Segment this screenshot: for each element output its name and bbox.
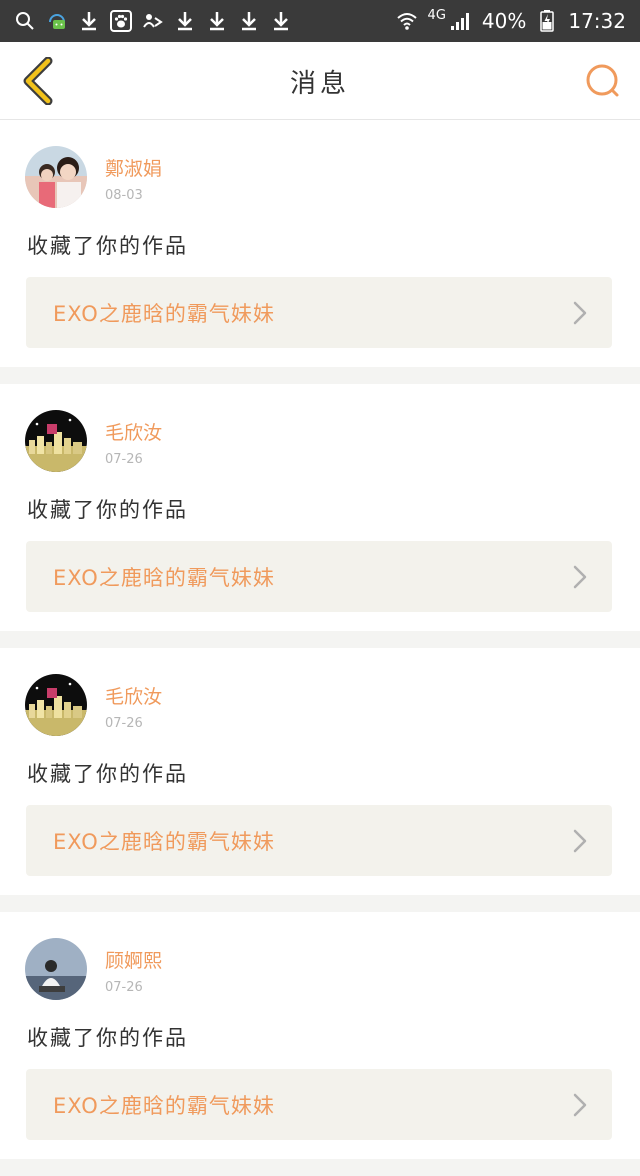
download-icon [78, 10, 100, 32]
battery-percentage: 40% [481, 9, 527, 33]
message-item: 毛欣汝 07-26 收藏了你的作品 EXO之鹿晗的霸气妹妹 [0, 384, 640, 631]
avatar[interactable] [25, 938, 87, 1000]
message-date: 07-26 [105, 452, 143, 467]
work-title: EXO之鹿晗的霸气妹妹 [53, 829, 275, 854]
work-link[interactable]: EXO之鹿晗的霸气妹妹 [26, 1069, 612, 1140]
chevron-right-icon [573, 565, 587, 589]
app-header: 消息 [0, 42, 640, 120]
message-action-text: 收藏了你的作品 [27, 1026, 188, 1050]
message-item: 鄭淑娟 08-03 收藏了你的作品 EXO之鹿晗的霸气妹妹 [0, 120, 640, 367]
message-item: 毛欣汝 07-26 收藏了你的作品 EXO之鹿晗的霸气妹妹 [0, 648, 640, 895]
message-date: 08-03 [105, 188, 143, 203]
app-notification-icon [142, 10, 164, 32]
battery-charging-icon [536, 10, 558, 32]
avatar[interactable] [25, 146, 87, 208]
chat-app-icon [46, 10, 68, 32]
download-icon [238, 10, 260, 32]
sender-name[interactable]: 鄭淑娟 [105, 154, 162, 181]
message-list: 鄭淑娟 08-03 收藏了你的作品 EXO之鹿晗的霸气妹妹 毛欣汝 07-26 … [0, 120, 640, 1176]
network-type: 4G [427, 7, 446, 23]
search-button[interactable] [578, 56, 628, 106]
page-title: 消息 [289, 68, 350, 99]
search-icon [586, 64, 619, 97]
sender-name[interactable]: 毛欣汝 [105, 418, 162, 445]
status-system: 4G 40% 17:32 [396, 7, 626, 33]
status-notifications [14, 10, 292, 32]
download-icon [206, 10, 228, 32]
wifi-icon [396, 10, 418, 32]
search-icon [14, 10, 36, 32]
signal-icon [450, 10, 472, 32]
work-link[interactable]: EXO之鹿晗的霸气妹妹 [26, 541, 612, 612]
download-icon [270, 10, 292, 32]
message-action-text: 收藏了你的作品 [27, 762, 188, 786]
work-title: EXO之鹿晗的霸气妹妹 [53, 565, 275, 590]
chevron-right-icon [573, 829, 587, 853]
avatar[interactable] [25, 410, 87, 472]
work-title: EXO之鹿晗的霸气妹妹 [53, 1093, 275, 1118]
message-item: 顾婀熙 07-26 收藏了你的作品 EXO之鹿晗的霸气妹妹 [0, 912, 640, 1159]
avatar[interactable] [25, 674, 87, 736]
work-link[interactable]: EXO之鹿晗的霸气妹妹 [26, 805, 612, 876]
baidu-paw-icon [110, 10, 132, 32]
work-link[interactable]: EXO之鹿晗的霸气妹妹 [26, 277, 612, 348]
chevron-right-icon [573, 301, 587, 325]
message-action-text: 收藏了你的作品 [27, 498, 188, 522]
message-date: 07-26 [105, 716, 143, 731]
message-date: 07-26 [105, 980, 143, 995]
message-action-text: 收藏了你的作品 [27, 234, 188, 258]
status-bar: 4G 40% 17:32 [0, 0, 640, 42]
clock: 17:32 [568, 9, 626, 33]
chevron-right-icon [573, 1093, 587, 1117]
work-title: EXO之鹿晗的霸气妹妹 [53, 301, 275, 326]
sender-name[interactable]: 顾婀熙 [105, 946, 162, 973]
download-icon [174, 10, 196, 32]
sender-name[interactable]: 毛欣汝 [105, 682, 162, 709]
